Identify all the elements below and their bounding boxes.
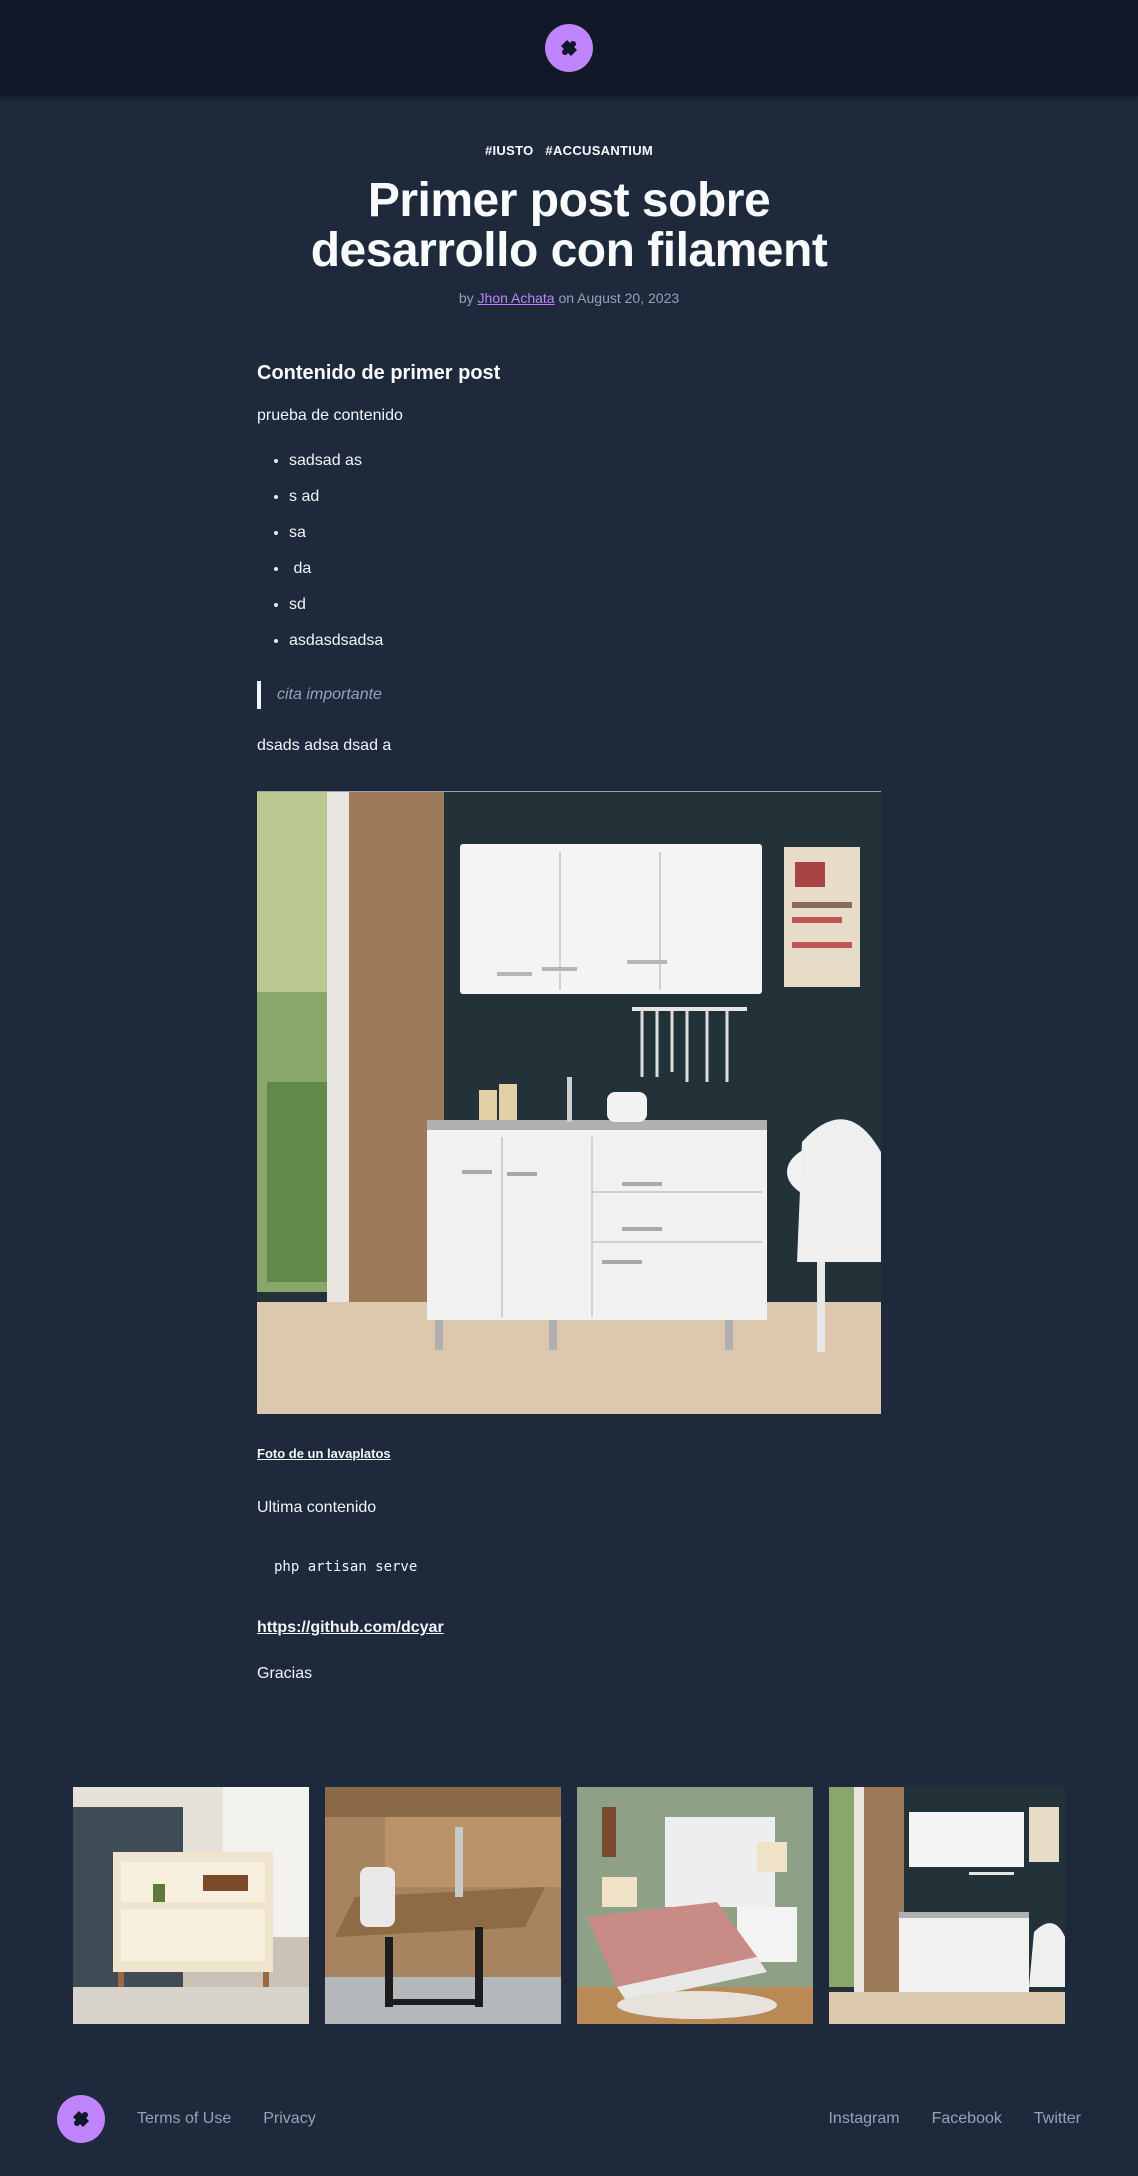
paragraph: dsads adsa dsad a xyxy=(257,737,392,754)
gallery-thumb-kitchen[interactable] xyxy=(829,1787,1065,2024)
kitchen-image xyxy=(257,791,881,1414)
footer-link-privacy[interactable]: Privacy xyxy=(263,2110,315,2128)
related-gallery xyxy=(73,1787,1065,2024)
gallery-thumb-office[interactable] xyxy=(325,1787,561,2024)
puzzle-icon xyxy=(545,24,593,72)
footer-link-twitter[interactable]: Twitter xyxy=(1034,2110,1081,2128)
list-item: sa xyxy=(289,523,881,559)
github-link[interactable]: https://github.com/dcyar xyxy=(257,1619,444,1636)
external-link-line: https://github.com/dcyar xyxy=(257,1619,881,1637)
list-item: s ad xyxy=(289,487,881,523)
byline: by Jhon Achata on August 20, 2023 xyxy=(257,290,881,306)
paragraph: Ultima contenido xyxy=(257,1499,377,1516)
tag-link[interactable]: #ACCUSANTIUM xyxy=(545,143,653,158)
footer-link-instagram[interactable]: Instagram xyxy=(828,2110,899,2128)
code-block: php artisan serve xyxy=(274,1559,418,1575)
closing-paragraph: Gracias xyxy=(257,1665,313,1682)
bullet-list: sadsad as s ad sa da sd asdasdsadsa xyxy=(257,451,881,667)
tag-list: #IUSTO #ACCUSANTIUM xyxy=(257,143,881,158)
footer-link-facebook[interactable]: Facebook xyxy=(932,2110,1002,2128)
top-bar xyxy=(0,0,1138,96)
list-item: sd xyxy=(289,595,881,631)
blockquote: cita importante xyxy=(257,681,881,709)
list-item: asdasdsadsa xyxy=(289,631,881,667)
footer: Terms of Use Privacy Instagram Facebook … xyxy=(57,2095,1081,2143)
gallery-thumb-bedroom[interactable] xyxy=(577,1787,813,2024)
footer-link-terms[interactable]: Terms of Use xyxy=(137,2110,231,2128)
post-content: Contenido de primer post prueba de conte… xyxy=(257,362,881,1683)
list-item: da xyxy=(289,559,881,595)
byline-prefix: by xyxy=(458,290,474,306)
image-caption: Foto de un lavaplatos xyxy=(257,1446,881,1461)
gallery-thumb-living-room[interactable] xyxy=(73,1787,309,2024)
intro-paragraph: prueba de contenido xyxy=(257,407,403,424)
byline-date: on August 20, 2023 xyxy=(558,290,680,306)
post-title: Primer post sobre desarrollo con filamen… xyxy=(310,174,828,277)
home-logo-link[interactable] xyxy=(545,24,593,72)
puzzle-icon[interactable] xyxy=(57,2095,105,2143)
caption-link[interactable]: Foto de un lavaplatos xyxy=(257,1446,391,1461)
tag-link[interactable]: #IUSTO xyxy=(485,143,534,158)
author-link[interactable]: Jhon Achata xyxy=(478,290,555,306)
list-item: sadsad as xyxy=(289,451,881,487)
article: #IUSTO #ACCUSANTIUM Primer post sobre de… xyxy=(257,143,881,1683)
content-heading: Contenido de primer post xyxy=(257,362,501,384)
